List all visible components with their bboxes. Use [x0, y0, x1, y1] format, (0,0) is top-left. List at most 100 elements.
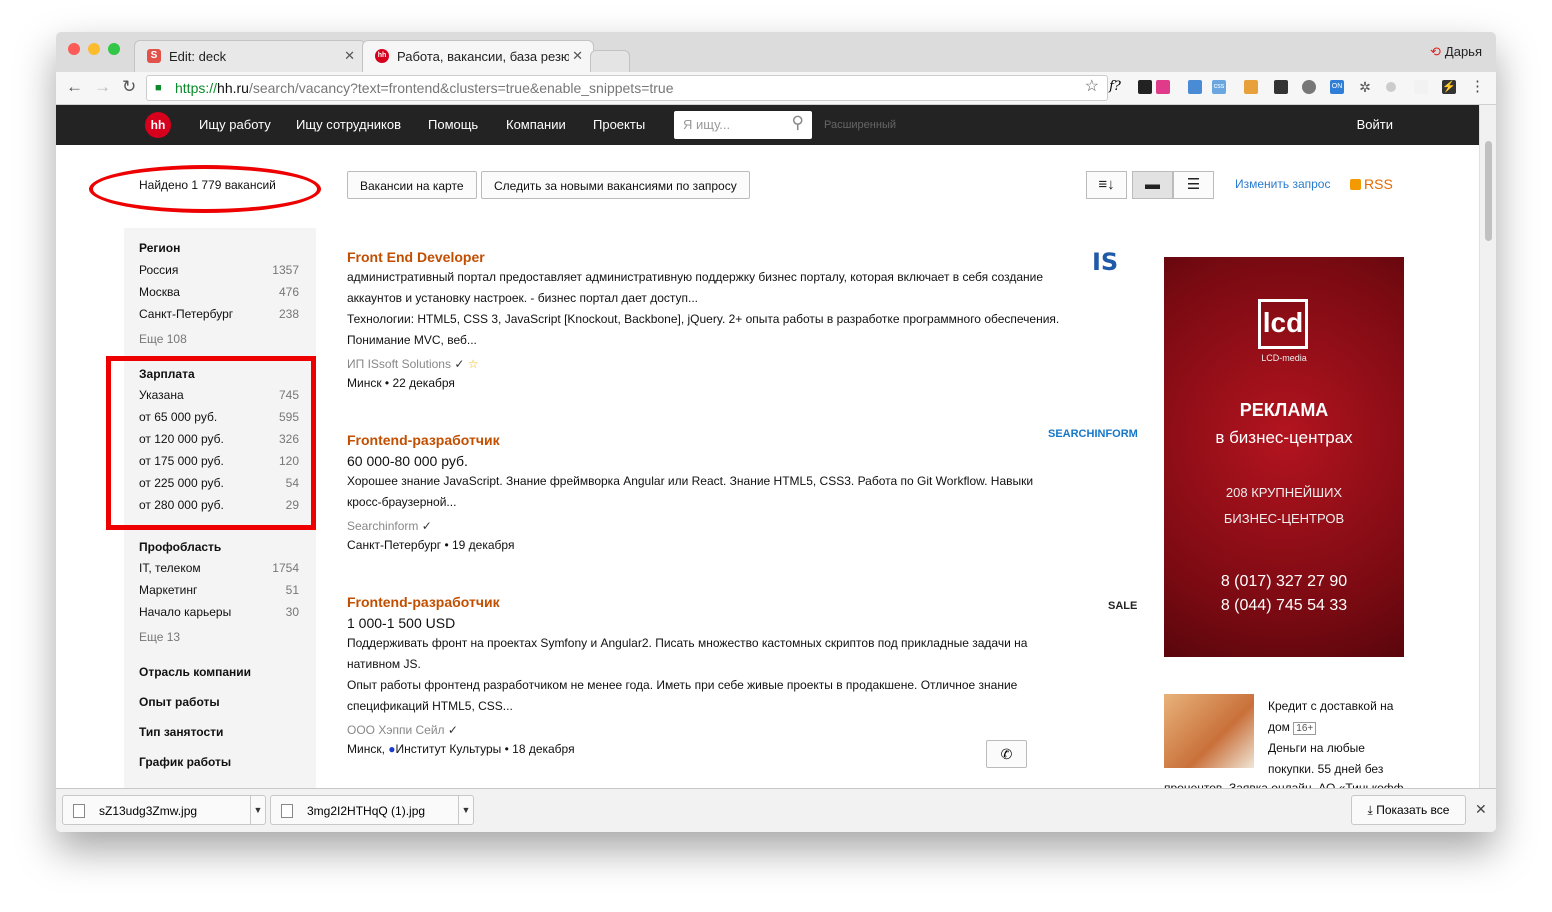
address-bar[interactable]: ■ https://hh.ru/search/vacancy?text=fron… — [146, 75, 1108, 101]
page-scrollbar[interactable] — [1479, 105, 1496, 788]
tab-strip: S Edit: deck ✕ hh Работа, вакансии, база… — [56, 32, 1496, 73]
picker-extension-icon[interactable] — [1188, 80, 1202, 94]
filter-schedule-title[interactable]: График работы — [139, 755, 231, 769]
bookmark-star-icon[interactable]: ☆ — [1085, 75, 1099, 99]
view-compact-icon[interactable]: ☰ — [1173, 171, 1214, 199]
vacancy-employer[interactable]: ООО Хэппи Сейл ✓ — [347, 723, 458, 737]
color-extension-icon[interactable] — [1156, 80, 1170, 94]
ad-line: 208 КРУПНЕЙШИХ — [1225, 485, 1343, 500]
formula-extension-icon[interactable]: f? — [1108, 80, 1122, 94]
filter-item[interactable]: Санкт-Петербург 238 — [139, 307, 299, 321]
header-search[interactable]: Я ищу... ⚲ — [674, 111, 812, 139]
back-icon[interactable]: ← — [66, 77, 83, 97]
phone-icon[interactable]: ✆ — [986, 740, 1027, 768]
profile-icon: ⟲ — [1430, 44, 1441, 59]
reload-icon[interactable]: ↻ — [122, 77, 136, 97]
search-input[interactable]: Я ищу... — [683, 117, 730, 132]
ad-credit[interactable]: Кредит с доставкой на дом 16+ Деньги на … — [1268, 696, 1408, 780]
filter-experience-title[interactable]: Опыт работы — [139, 695, 220, 709]
vacancy-title[interactable]: Frontend-разработчик — [347, 594, 500, 610]
hh-favicon-icon: hh — [375, 49, 389, 63]
advanced-search-link[interactable]: Расширенный — [824, 119, 896, 131]
company-logo-happysale[interactable]: SALE — [1108, 600, 1137, 612]
close-tab-icon[interactable]: ✕ — [572, 48, 583, 64]
search-icon[interactable]: ⚲ — [792, 113, 804, 133]
nav-companies[interactable]: Компании — [506, 117, 566, 132]
map-button[interactable]: Вакансии на карте — [347, 171, 477, 199]
dark-extension-icon[interactable] — [1274, 80, 1288, 94]
gear-extension-icon[interactable]: ✲ — [1358, 80, 1372, 94]
ad-brand: LCD-media — [1261, 353, 1307, 363]
lcd-logo: lcd — [1258, 299, 1308, 349]
metro-dot-icon: ● — [388, 742, 396, 756]
ad-line: БИЗНЕС-ЦЕНТРОВ — [1223, 511, 1345, 526]
ad-line: РЕКЛАМА — [1239, 400, 1329, 420]
vacancy-location: Санкт-Петербург • 19 декабря — [347, 538, 515, 552]
close-window-button[interactable] — [68, 43, 80, 55]
flash-extension-icon[interactable]: ⚡ — [1442, 80, 1456, 94]
filter-profarea-more[interactable]: Еще 13 — [139, 630, 180, 644]
menu-dots-icon[interactable]: ⋮ — [1470, 79, 1485, 94]
css-extension-icon[interactable]: css — [1212, 80, 1226, 94]
follow-search-button[interactable]: Следить за новыми вакансиями по запросу — [481, 171, 750, 199]
vacancy-employer[interactable]: ИП ISsoft Solutions ✓ ☆ — [347, 357, 478, 371]
view-full-icon[interactable]: ▬ — [1132, 171, 1173, 199]
login-link[interactable]: Войти — [1357, 117, 1393, 132]
slides-favicon-icon: S — [147, 49, 161, 63]
maximize-window-button[interactable] — [108, 43, 120, 55]
new-tab-button[interactable] — [590, 50, 630, 72]
ad-family-image[interactable] — [1164, 694, 1254, 768]
rss-link[interactable]: RSS — [1350, 176, 1393, 192]
vacancy-title[interactable]: Frontend-разработчик — [347, 432, 500, 448]
vacancy-title[interactable]: Front End Developer — [347, 249, 485, 265]
chevron-down-icon[interactable]: ▼ — [458, 796, 473, 824]
filter-item[interactable]: Россия 1357 — [139, 263, 299, 277]
on-extension-icon[interactable]: ON — [1330, 80, 1344, 94]
filter-region-title: Регион — [139, 241, 181, 255]
vacancy-salary: 1 000-1 500 USD — [347, 615, 456, 631]
filter-item[interactable]: Москва 476 — [139, 285, 299, 299]
close-icon[interactable]: ✕ — [1475, 801, 1487, 818]
circle-extension-icon[interactable] — [1386, 82, 1396, 92]
vacancy-location: Минск • 22 декабря — [347, 376, 455, 390]
filter-item[interactable]: IT, телеком 1754 — [139, 561, 299, 575]
ad-credit-text: Деньги на любые покупки. 55 дней без — [1268, 741, 1384, 776]
filter-item[interactable]: Начало карьеры 30 — [139, 605, 299, 619]
blank-extension-icon[interactable] — [1414, 80, 1428, 94]
chevron-down-icon[interactable]: ▼ — [250, 796, 265, 824]
ruler-extension-icon[interactable] — [1244, 80, 1258, 94]
change-query-link[interactable]: Изменить запрос — [1235, 177, 1330, 191]
nav-help[interactable]: Помощь — [428, 117, 478, 132]
minimize-window-button[interactable] — [88, 43, 100, 55]
red-box-annotation — [106, 356, 316, 530]
filter-region-more[interactable]: Еще 108 — [139, 332, 187, 346]
tab-edit-deck[interactable]: S Edit: deck ✕ — [134, 40, 366, 72]
vacancy-employer[interactable]: Searchinform ✓ — [347, 519, 432, 533]
company-logo-searchinform[interactable]: SEARCHINFORM — [1048, 428, 1138, 440]
nav-find-job[interactable]: Ищу работу — [199, 117, 271, 132]
ad-banner[interactable]: lcd LCD-media РЕКЛАМА в бизнес-центрах 2… — [1164, 257, 1404, 657]
pen-extension-icon[interactable] — [1138, 80, 1152, 94]
nav-find-employees[interactable]: Ищу сотрудников — [296, 117, 401, 132]
url-path: /search/vacancy?text=frontend&clusters=t… — [248, 80, 674, 96]
globe-extension-icon[interactable] — [1302, 80, 1316, 94]
profile-button[interactable]: ⟲ Дарья — [1430, 44, 1482, 60]
filter-industry-title[interactable]: Отрасль компании — [139, 665, 251, 679]
tab-hh[interactable]: hh Работа, вакансии, база резю ✕ — [362, 40, 594, 72]
download-item[interactable]: 3mg2I2HTHqQ (1).jpg ▼ — [270, 795, 474, 825]
award-star-icon: ☆ — [467, 357, 479, 371]
forward-icon[interactable]: → — [94, 77, 111, 97]
nav-projects[interactable]: Проекты — [593, 117, 645, 132]
scrollbar-thumb[interactable] — [1485, 141, 1492, 241]
download-item[interactable]: sZ13udg3Zmw.jpg ▼ — [62, 795, 266, 825]
show-all-downloads-button[interactable]: ⤓ Показать все — [1351, 795, 1466, 825]
close-tab-icon[interactable]: ✕ — [344, 48, 355, 64]
sort-icon[interactable]: ≡↓ — [1086, 171, 1127, 199]
filter-item[interactable]: Маркетинг 51 — [139, 583, 299, 597]
file-icon — [73, 804, 85, 818]
hh-logo[interactable]: hh — [145, 112, 171, 138]
filter-employment-title[interactable]: Тип занятости — [139, 725, 223, 739]
url-scheme: https:// — [175, 80, 218, 96]
company-logo-issoft[interactable]: IS — [1092, 248, 1118, 276]
browser-window: S Edit: deck ✕ hh Работа, вакансии, база… — [56, 32, 1496, 832]
